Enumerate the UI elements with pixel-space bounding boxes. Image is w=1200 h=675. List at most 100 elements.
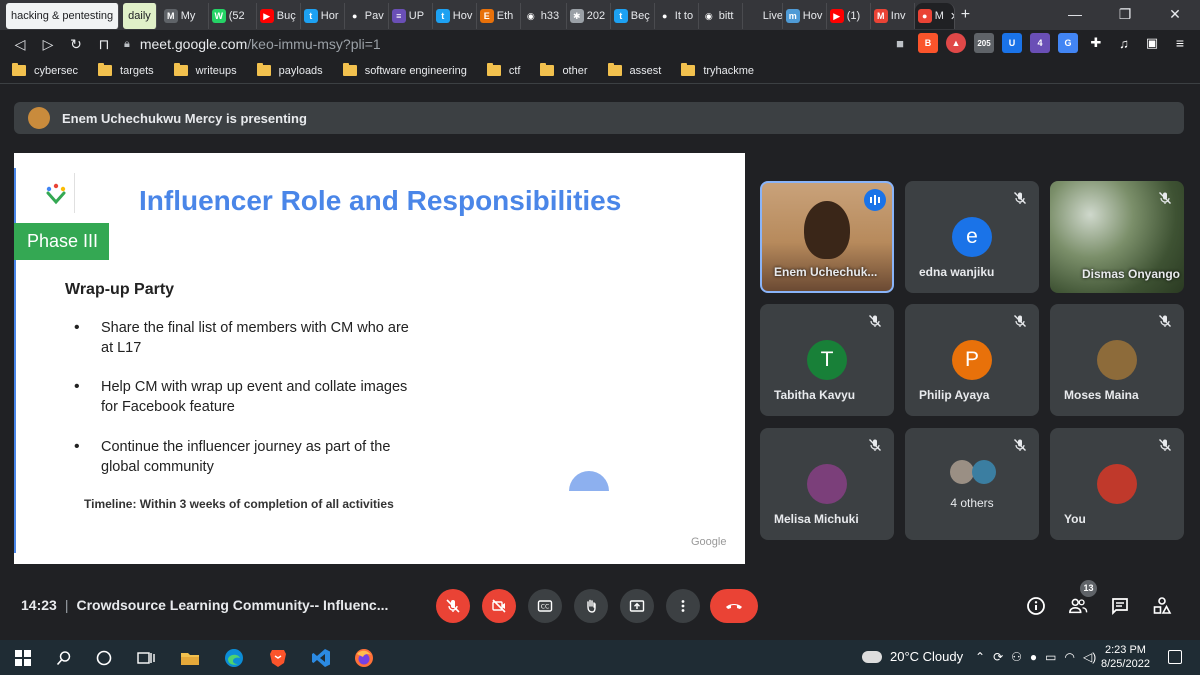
forward-icon[interactable]: ▷: [34, 36, 62, 53]
tab-group-label[interactable]: daily: [123, 3, 157, 29]
activities-button[interactable]: [1152, 596, 1172, 616]
volume-icon[interactable]: ◁): [1083, 650, 1096, 664]
notifications-icon[interactable]: [1168, 650, 1182, 664]
bookmark-folder[interactable]: cybersec: [12, 63, 78, 77]
extension-badge-icon[interactable]: 205: [974, 33, 994, 53]
brave-rewards-icon[interactable]: ▲: [946, 33, 966, 53]
browser-tab[interactable]: ≡ UP: [389, 3, 433, 29]
browser-tab[interactable]: M My: [161, 3, 209, 29]
microphone-tray-icon[interactable]: ●: [1030, 650, 1037, 664]
brave-shield-icon[interactable]: B: [918, 33, 938, 53]
restore-button[interactable]: ❐: [1100, 0, 1150, 30]
extension-counter-icon[interactable]: 4: [1030, 33, 1050, 53]
minimize-button[interactable]: —: [1050, 0, 1100, 30]
bookmark-folder[interactable]: software engineering: [342, 63, 467, 77]
info-separator: |: [64, 597, 69, 613]
captions-button[interactable]: CC: [528, 589, 562, 623]
file-explorer-icon[interactable]: [180, 648, 200, 668]
browser-tab[interactable]: ●M ✕: [914, 3, 955, 29]
tray-chevron-icon[interactable]: ⌃: [975, 650, 985, 664]
camera-toggle-button[interactable]: [482, 589, 516, 623]
participant-tile[interactable]: You: [1050, 428, 1184, 540]
sync-icon[interactable]: ⟳: [993, 650, 1003, 664]
bookmark-folder[interactable]: other: [540, 63, 588, 77]
meeting-details-button[interactable]: [1026, 596, 1046, 616]
close-tab-icon[interactable]: ✕: [950, 10, 954, 23]
bookmark-folder[interactable]: targets: [98, 63, 154, 77]
vscode-icon[interactable]: [311, 648, 331, 668]
participant-tile[interactable]: Enem Uchechuk...: [760, 181, 894, 293]
extension-shield-icon[interactable]: U: [1002, 33, 1022, 53]
participant-tile[interactable]: Melisa Michuki: [760, 428, 894, 540]
participant-name: Melisa Michuki: [774, 512, 859, 526]
leave-call-button[interactable]: [710, 589, 758, 623]
participant-tile[interactable]: Dismas Onyango: [1050, 181, 1184, 293]
mic-off-icon: [1158, 438, 1172, 452]
browser-tab[interactable]: ▶ Buç: [257, 3, 301, 29]
participants-button[interactable]: [1068, 596, 1088, 616]
cortana-icon[interactable]: [94, 648, 114, 668]
browser-tab[interactable]: m Hov: [783, 3, 827, 29]
clock-date: 8/25/2022: [1101, 658, 1150, 670]
bookmark-label: other: [562, 64, 588, 77]
participant-tile[interactable]: 4 others: [905, 428, 1039, 540]
extensions-puzzle-icon[interactable]: ✚: [1086, 33, 1106, 53]
browser-tab[interactable]: Live: [743, 3, 783, 29]
browser-tab[interactable]: ✱ 202: [567, 3, 611, 29]
browser-tab[interactable]: ◉ bitt: [699, 3, 743, 29]
participant-tile[interactable]: e edna wanjiku: [905, 181, 1039, 293]
new-tab-button[interactable]: +: [961, 6, 970, 24]
back-icon[interactable]: ◁: [6, 36, 34, 53]
tab-favicon-icon: E: [479, 9, 494, 23]
tab-group-label[interactable]: hacking & pentesting: [6, 3, 120, 29]
bookmark-icon[interactable]: ⊓: [90, 36, 118, 53]
bookmark-folder[interactable]: assest: [607, 63, 661, 77]
bullet-item: Help CM with wrap up event and collate i…: [74, 377, 414, 417]
mic-off-icon: [1158, 314, 1172, 328]
browser-tab[interactable]: M Inv: [871, 3, 915, 29]
chat-button[interactable]: [1110, 596, 1130, 616]
browser-tab[interactable]: ◉ h33: [521, 3, 567, 29]
sidebar-icon[interactable]: ▣: [1142, 33, 1162, 53]
firefox-icon[interactable]: [354, 648, 374, 668]
battery-icon[interactable]: ▭: [1045, 650, 1056, 664]
search-icon[interactable]: [54, 648, 74, 668]
close-window-button[interactable]: ✕: [1150, 0, 1200, 30]
windows-start-icon[interactable]: [13, 648, 33, 668]
weather-widget[interactable]: 20°C Cloudy: [862, 649, 963, 664]
bookmark-folder[interactable]: writeups: [173, 63, 237, 77]
browser-tab[interactable]: ● It to: [655, 3, 699, 29]
participant-tile[interactable]: Moses Maina: [1050, 304, 1184, 416]
mic-toggle-button[interactable]: [436, 589, 470, 623]
browser-tab[interactable]: W (52: [209, 3, 257, 29]
tab-label: UP: [408, 10, 425, 22]
translate-icon[interactable]: G: [1058, 33, 1078, 53]
camera-icon[interactable]: ■: [890, 33, 910, 53]
browser-tab[interactable]: ▶ (1): [827, 3, 871, 29]
browser-tab[interactable]: t Hov: [433, 3, 477, 29]
present-screen-button[interactable]: [620, 589, 654, 623]
browser-tab[interactable]: t Beç: [611, 3, 655, 29]
taskbar-clock[interactable]: 2:23 PM 8/25/2022: [1101, 643, 1150, 671]
browser-tab[interactable]: E Eth: [477, 3, 521, 29]
reload-icon[interactable]: ↻: [62, 36, 90, 53]
people-tray-icon[interactable]: ⚇: [1011, 650, 1022, 664]
raise-hand-button[interactable]: [574, 589, 608, 623]
task-view-icon[interactable]: [136, 648, 156, 668]
edge-browser-icon[interactable]: [224, 648, 244, 668]
participant-tile[interactable]: T Tabitha Kavyu: [760, 304, 894, 416]
tab-favicon-icon: t: [435, 9, 450, 23]
wifi-icon[interactable]: ◠: [1064, 650, 1074, 664]
browser-tab[interactable]: ● Pav: [345, 3, 389, 29]
brave-browser-icon[interactable]: [268, 648, 288, 668]
tab-label: Live: [762, 10, 783, 22]
menu-icon[interactable]: ≡: [1170, 33, 1190, 53]
bookmark-folder[interactable]: tryhackme: [681, 63, 754, 77]
more-options-button[interactable]: [666, 589, 700, 623]
media-icon[interactable]: ♫: [1114, 33, 1134, 53]
bookmark-folder[interactable]: payloads: [256, 63, 323, 77]
browser-tab[interactable]: t Hor: [301, 3, 345, 29]
address-bar[interactable]: 🔒︎ meet.google.com/keo-immu-msy?pli=1: [124, 32, 924, 56]
participant-tile[interactable]: P Philip Ayaya: [905, 304, 1039, 416]
bookmark-folder[interactable]: ctf: [486, 63, 520, 77]
